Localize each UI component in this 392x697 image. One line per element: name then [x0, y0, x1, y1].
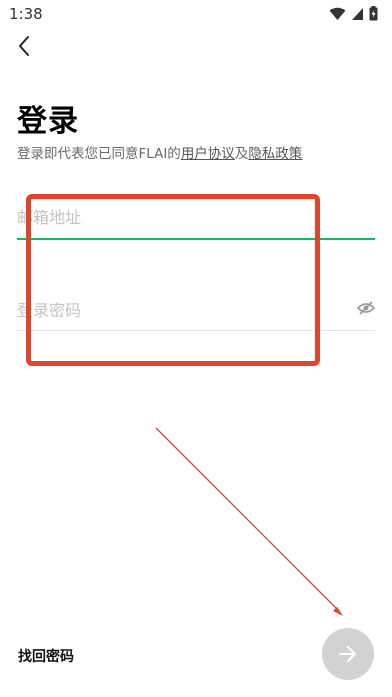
- annotation-arrow: [155, 427, 343, 616]
- forgot-password-link[interactable]: 找回密码: [18, 646, 74, 666]
- arrow-right-icon: [339, 646, 356, 662]
- next-button[interactable]: [322, 628, 374, 680]
